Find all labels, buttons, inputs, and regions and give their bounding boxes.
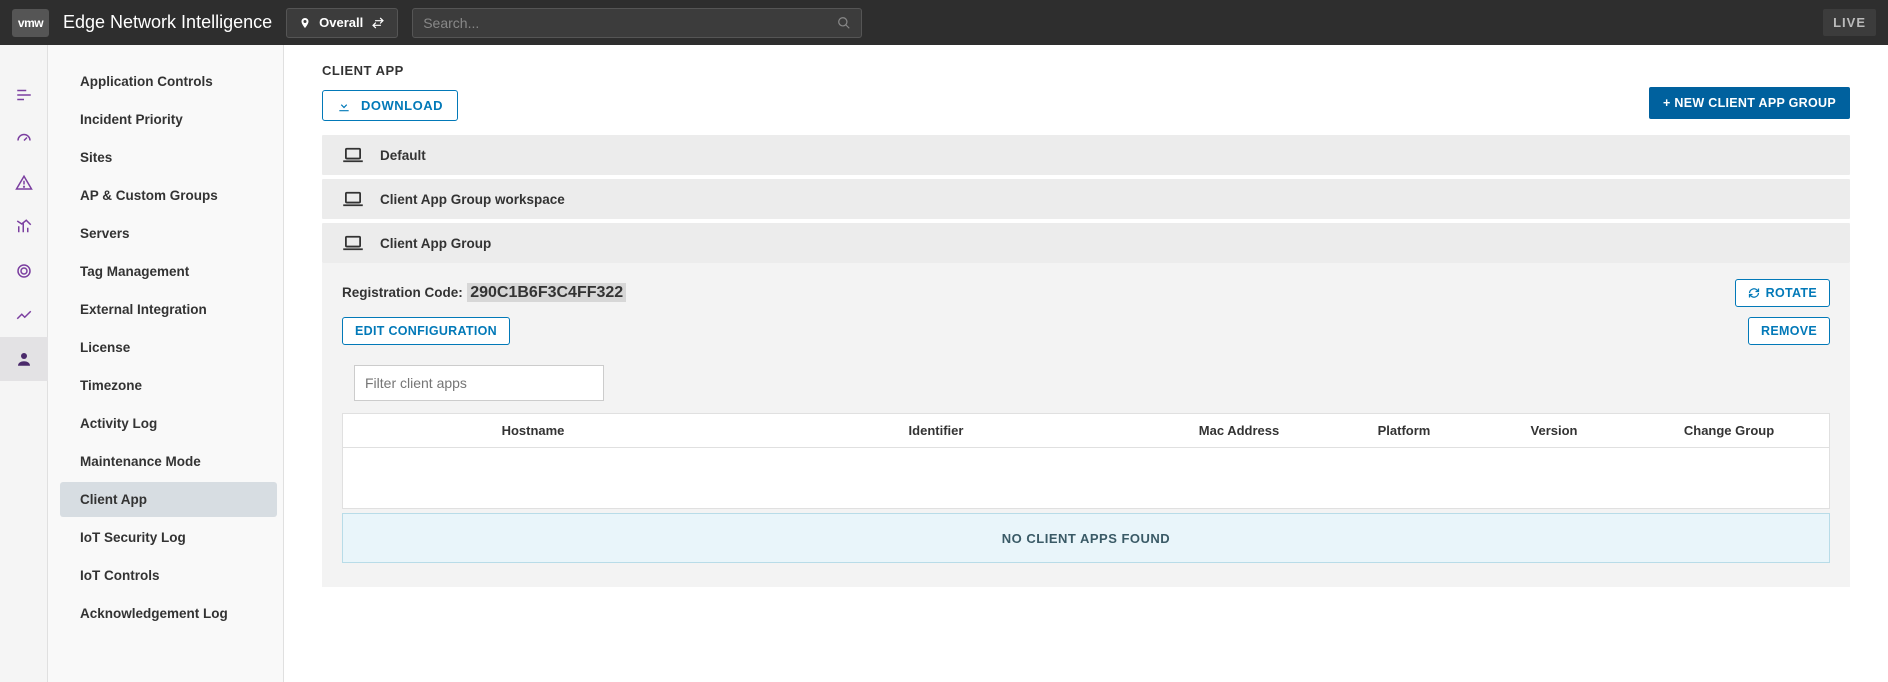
subnav-ap-custom-groups[interactable]: AP & Custom Groups [60,178,277,213]
scope-selector[interactable]: Overall [286,8,398,38]
col-mac: Mac Address [1149,423,1329,438]
download-button[interactable]: DOWNLOAD [322,90,458,121]
subnav-activity-log[interactable]: Activity Log [60,406,277,441]
group-name: Client App Group [380,236,491,251]
subnav-external-integration[interactable]: External Integration [60,292,277,327]
group-row-default[interactable]: Default [322,135,1850,175]
subnav-iot-controls[interactable]: IoT Controls [60,558,277,593]
rail-analytics[interactable] [0,205,48,249]
registration-code-label: Registration Code: [342,285,463,300]
col-version: Version [1479,423,1629,438]
laptop-icon [342,235,364,251]
subnav-iot-security-log[interactable]: IoT Security Log [60,520,277,555]
group-row-expanded[interactable]: Client App Group [322,223,1850,263]
client-apps-table: Hostname Identifier Mac Address Platform… [342,413,1830,509]
subnav-servers[interactable]: Servers [60,216,277,251]
empty-state-banner: NO CLIENT APPS FOUND [342,513,1830,563]
page-title: CLIENT APP [322,63,1850,78]
subnav-application-controls[interactable]: Application Controls [60,64,277,99]
swap-icon [371,16,385,30]
sub-nav: Application Controls Incident Priority S… [48,45,284,682]
bars-icon [15,218,33,236]
filter-client-apps-input[interactable] [354,365,604,401]
app-title: Edge Network Intelligence [63,12,272,33]
registration-code-value: 290C1B6F3C4FF322 [467,283,626,302]
rail-admin[interactable] [0,337,48,381]
rail-alerts[interactable] [0,161,48,205]
gauge-icon [15,130,33,148]
col-platform: Platform [1329,423,1479,438]
download-icon [337,99,351,113]
rail-trend[interactable] [0,293,48,337]
live-badge: LIVE [1823,9,1876,36]
table-header: Hostname Identifier Mac Address Platform… [343,414,1829,448]
subnav-incident-priority[interactable]: Incident Priority [60,102,277,137]
target-icon [15,262,33,280]
scope-label: Overall [319,15,363,30]
subnav-timezone[interactable]: Timezone [60,368,277,403]
group-body: Registration Code: 290C1B6F3C4FF322 ROTA… [322,263,1850,587]
trend-icon [15,306,33,324]
search-input[interactable] [423,15,829,31]
col-identifier: Identifier [723,423,1149,438]
refresh-icon [1748,287,1760,299]
rail-menu[interactable] [0,73,48,117]
subnav-maintenance-mode[interactable]: Maintenance Mode [60,444,277,479]
group-row-workspace[interactable]: Client App Group workspace [322,179,1850,219]
main-content: CLIENT APP DOWNLOAD + NEW CLIENT APP GRO… [284,45,1888,682]
laptop-icon [342,191,364,207]
subnav-license[interactable]: License [60,330,277,365]
download-label: DOWNLOAD [361,98,443,113]
brand-logo: vmw [12,9,49,37]
rotate-button[interactable]: ROTATE [1735,279,1830,307]
search-box[interactable] [412,8,862,38]
menu-icon [15,86,33,104]
pin-icon [299,16,311,30]
new-client-app-group-button[interactable]: + NEW CLIENT APP GROUP [1649,87,1850,119]
icon-rail [0,45,48,682]
remove-button[interactable]: REMOVE [1748,317,1830,345]
subnav-sites[interactable]: Sites [60,140,277,175]
subnav-tag-management[interactable]: Tag Management [60,254,277,289]
group-name: Default [380,148,426,163]
rail-target[interactable] [0,249,48,293]
alert-icon [15,174,33,192]
user-icon [15,350,33,368]
search-icon [837,16,851,30]
subnav-client-app[interactable]: Client App [60,482,277,517]
col-hostname: Hostname [343,423,723,438]
edit-configuration-button[interactable]: EDIT CONFIGURATION [342,317,510,345]
topbar: vmw Edge Network Intelligence Overall LI… [0,0,1888,45]
rotate-label: ROTATE [1766,286,1817,300]
laptop-icon [342,147,364,163]
rail-dashboard[interactable] [0,117,48,161]
col-change: Change Group [1629,423,1829,438]
subnav-acknowledgement-log[interactable]: Acknowledgement Log [60,596,277,631]
group-name: Client App Group workspace [380,192,565,207]
